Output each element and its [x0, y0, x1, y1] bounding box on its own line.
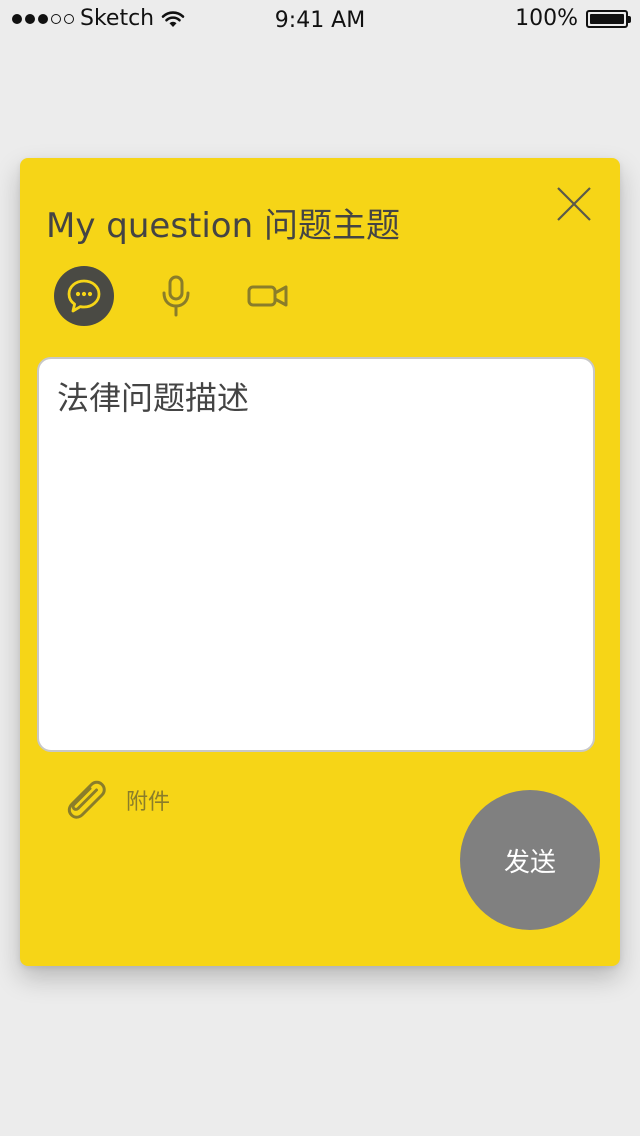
close-button[interactable] [554, 184, 594, 224]
description-box [37, 357, 595, 752]
status-right: 100% [515, 6, 631, 31]
close-icon [557, 187, 591, 221]
input-mode-tabs [54, 266, 330, 326]
battery-icon [586, 9, 631, 28]
tab-video-mode[interactable] [238, 266, 298, 326]
chat-bubble-icon [67, 279, 101, 313]
battery-percentage: 100% [515, 6, 578, 31]
attachment-button[interactable]: 附件 [60, 778, 170, 822]
send-button[interactable]: 发送 [460, 790, 600, 930]
question-title: My question 问题主题 [46, 206, 400, 246]
status-bar: Sketch 9:41 AM 100% [0, 0, 640, 40]
microphone-icon [162, 275, 190, 317]
attachment-label: 附件 [126, 790, 171, 815]
tab-text-mode[interactable] [54, 266, 114, 326]
video-camera-icon [247, 285, 288, 307]
paperclip-icon [67, 780, 106, 819]
tab-voice-mode[interactable] [146, 266, 206, 326]
question-card: My question 问题主题 法律问题描述 附件 发送 [20, 158, 620, 966]
description-input[interactable] [39, 359, 593, 750]
